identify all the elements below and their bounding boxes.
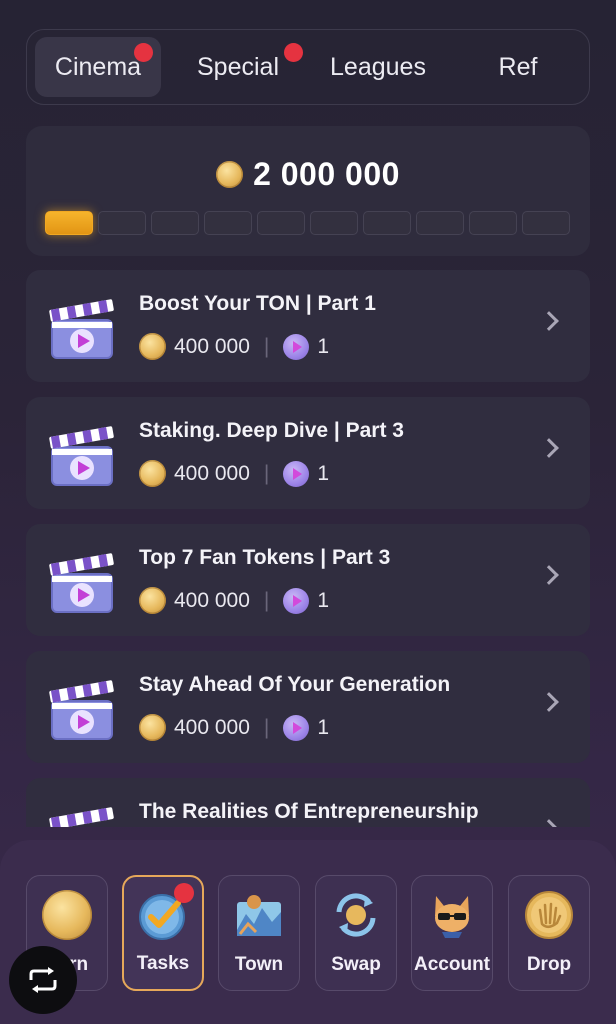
clapperboard-icon <box>46 544 118 616</box>
repeat-icon <box>29 967 57 993</box>
reward-tickets: 1 <box>317 588 330 612</box>
refresh-button[interactable] <box>9 946 77 1014</box>
progress-segment <box>416 211 464 235</box>
balance-card: 2 000 000 <box>26 126 590 256</box>
task-title: Staking. Deep Dive | Part 3 <box>139 419 404 442</box>
task-title: The Realities Of Entrepreneurship <box>139 800 479 823</box>
task-card[interactable]: The Realities Of Entrepreneurship 400 00… <box>26 778 590 827</box>
coin-icon <box>42 890 92 940</box>
ticket-icon <box>283 460 310 487</box>
clapperboard-icon <box>46 671 118 743</box>
nav-tasks[interactable]: Tasks <box>122 875 204 991</box>
nav-label: Account <box>414 954 490 975</box>
chevron-right-icon <box>539 692 559 712</box>
separator: | <box>263 715 270 739</box>
tab-label: Special <box>197 52 279 81</box>
nav-drop[interactable]: Drop <box>508 875 590 991</box>
task-list: Boost Your TON | Part 1 400 000 | 1 Stak… <box>26 270 590 827</box>
progress-segment <box>363 211 411 235</box>
chevron-right-icon <box>539 819 559 827</box>
clapperboard-icon <box>46 290 118 362</box>
chevron-right-icon <box>539 438 559 458</box>
reward-row: 400 000 | 1 <box>139 714 329 741</box>
chevron-right-icon <box>539 311 559 331</box>
notification-badge <box>174 883 194 903</box>
reward-tickets: 1 <box>317 715 330 739</box>
tab-leagues[interactable]: Leagues <box>315 37 441 97</box>
nav-swap[interactable]: Swap <box>315 875 397 991</box>
ticket-icon <box>283 714 310 741</box>
reward-tickets: 1 <box>317 461 330 485</box>
cat-icon <box>427 890 477 940</box>
nav-label: Swap <box>331 954 381 975</box>
ticket-icon <box>283 587 310 614</box>
progress-segment <box>310 211 358 235</box>
tab-label: Ref <box>498 52 538 81</box>
task-title: Stay Ahead Of Your Generation <box>139 673 451 696</box>
clapperboard-icon <box>46 798 118 827</box>
tab-bar: Cinema Special Leagues Ref <box>26 29 590 105</box>
nav-label: Drop <box>526 954 572 975</box>
task-title: Boost Your TON | Part 1 <box>139 292 376 315</box>
tab-ref[interactable]: Ref <box>455 37 581 97</box>
task-card[interactable]: Boost Your TON | Part 1 400 000 | 1 <box>26 270 590 382</box>
ticket-icon <box>283 333 310 360</box>
task-card[interactable]: Top 7 Fan Tokens | Part 3 400 000 | 1 <box>26 524 590 636</box>
reward-coins: 400 000 <box>174 334 250 358</box>
tab-cinema[interactable]: Cinema <box>35 37 161 97</box>
progress-segment <box>522 211 570 235</box>
progress-segment <box>204 211 252 235</box>
coin-icon <box>139 714 166 741</box>
coin-icon <box>139 333 166 360</box>
reward-coins: 400 000 <box>174 715 250 739</box>
progress-segment <box>98 211 146 235</box>
balance-value: 2 000 000 <box>253 156 400 192</box>
task-title: Top 7 Fan Tokens | Part 3 <box>139 546 391 569</box>
nav-label: Tasks <box>136 953 190 974</box>
task-card[interactable]: Staking. Deep Dive | Part 3 400 000 | 1 <box>26 397 590 509</box>
coin-icon <box>139 460 166 487</box>
notification-badge <box>284 43 303 62</box>
separator: | <box>263 461 270 485</box>
reward-row: 400 000 | 1 <box>139 460 329 487</box>
progress-segment <box>469 211 517 235</box>
notification-badge <box>134 43 153 62</box>
task-card[interactable]: Stay Ahead Of Your Generation 400 000 | … <box>26 651 590 763</box>
reward-coins: 400 000 <box>174 588 250 612</box>
nav-account[interactable]: Account <box>411 875 493 991</box>
progress-segment <box>151 211 199 235</box>
chevron-right-icon <box>539 565 559 585</box>
nav-label: Town <box>234 954 284 975</box>
nav-town[interactable]: Town <box>218 875 300 991</box>
hand-coin-icon <box>524 890 574 940</box>
reward-coins: 400 000 <box>174 461 250 485</box>
reward-row: 400 000 | 1 <box>139 333 329 360</box>
town-icon <box>234 890 284 940</box>
reward-row: 400 000 | 1 <box>139 587 329 614</box>
reward-tickets: 1 <box>317 334 330 358</box>
swap-icon <box>331 890 381 940</box>
tab-label: Cinema <box>54 52 142 81</box>
progress-bar <box>45 211 570 235</box>
separator: | <box>263 588 270 612</box>
progress-segment <box>257 211 305 235</box>
separator: | <box>263 334 270 358</box>
tab-special[interactable]: Special <box>175 37 303 97</box>
bottom-nav: Earn Tasks Town <box>0 840 616 1024</box>
progress-segment <box>45 211 93 235</box>
coin-icon <box>216 161 244 188</box>
tab-label: Leagues <box>330 52 426 81</box>
clapperboard-icon <box>46 417 118 489</box>
coin-icon <box>139 587 166 614</box>
